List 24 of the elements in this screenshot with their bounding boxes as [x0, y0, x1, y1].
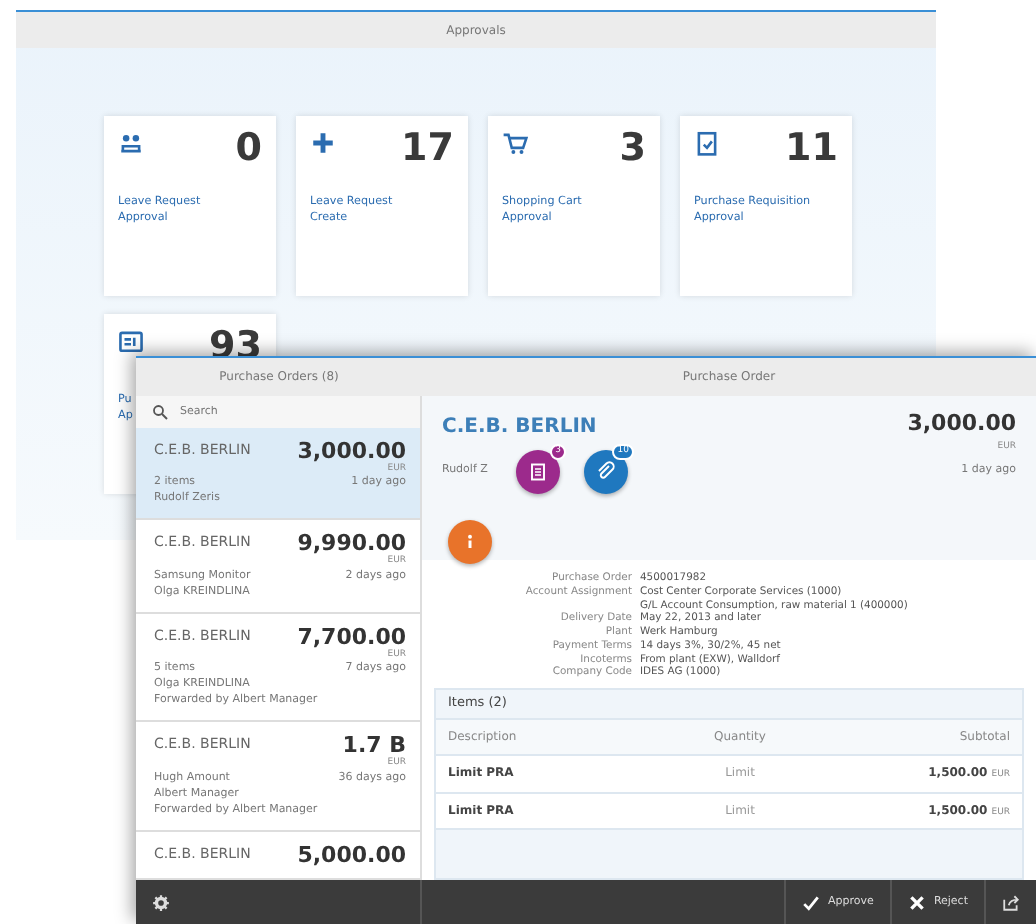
tile-count: 0: [235, 130, 262, 168]
notes-icon: [526, 460, 550, 484]
document-icon: [118, 328, 144, 354]
people-icon: [118, 130, 144, 156]
order-amount: 7,700.00: [297, 625, 406, 650]
clipboard-icon: [694, 130, 720, 156]
vendor-title: C.E.B. BERLIN: [442, 414, 597, 442]
tile-count: 17: [401, 130, 454, 168]
cart-icon: [502, 130, 528, 156]
check-icon: [802, 893, 821, 911]
order-amount: 5,000.00: [297, 843, 406, 868]
search-icon: [152, 403, 168, 420]
info-tab[interactable]: [448, 520, 492, 564]
order-amount: 3,000.00: [297, 439, 406, 464]
settings-icon[interactable]: [152, 893, 170, 911]
order-amount: 9,990.00: [297, 532, 406, 557]
share-icon: [1002, 893, 1020, 911]
close-icon: [907, 893, 926, 911]
paperclip-icon: [594, 460, 618, 484]
tile-count: 11: [785, 130, 838, 168]
order-amount: 3,000.00: [907, 412, 1016, 437]
plus-icon: [310, 130, 336, 156]
tile-count: 3: [619, 130, 646, 168]
order-amount: 1.7 B: [342, 734, 406, 759]
